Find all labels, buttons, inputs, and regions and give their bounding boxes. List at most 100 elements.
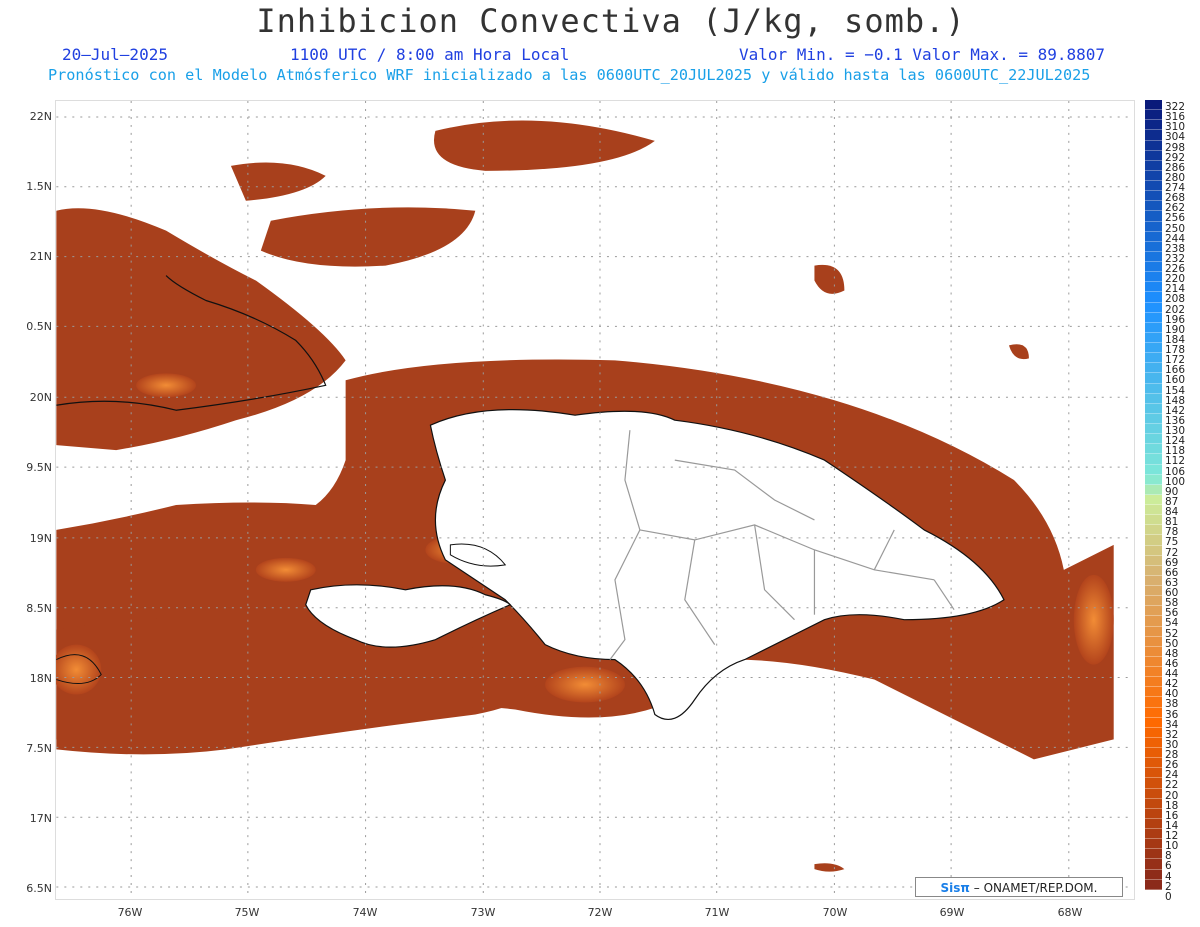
color-scale-swatch [1145, 545, 1162, 556]
color-scale-swatch [1145, 839, 1162, 850]
color-scale-swatch [1145, 646, 1162, 657]
color-scale-label: 208 [1165, 293, 1186, 306]
color-scale-label: 6 [1165, 860, 1172, 873]
color-scale-swatch [1145, 494, 1162, 505]
color-scale-swatch [1145, 818, 1162, 829]
color-scale-swatch [1145, 413, 1162, 424]
color-scale-labels: 322 316 310 304 298 292 286 280 274 268 262 256 250 2… [1165, 100, 1199, 903]
color-scale-swatch [1145, 565, 1162, 576]
color-scale-label: 304 [1165, 131, 1186, 144]
color-scale-swatch [1145, 312, 1162, 323]
color-scale-swatch [1145, 130, 1162, 141]
color-scale-swatch [1145, 788, 1162, 799]
color-scale-swatch [1145, 282, 1162, 293]
color-scale-swatch [1145, 241, 1162, 252]
color-scale-swatch [1145, 596, 1162, 607]
longitude-label: 75W [234, 906, 260, 919]
color-scale-swatch [1145, 606, 1162, 617]
color-scale-bar [1145, 100, 1162, 900]
color-scale-swatch [1145, 575, 1162, 586]
longitude-label: 72W [587, 906, 613, 919]
forecast-description: Pronóstico con el Modelo Atmósferico WRF… [48, 66, 1091, 84]
credit-text: – ONAMET/REP.DOM. [973, 881, 1098, 895]
latitude-label: 21N [29, 250, 52, 263]
color-scale-swatch [1145, 889, 1162, 900]
color-scale-swatch [1145, 251, 1162, 262]
longitude-label: 70W [822, 906, 848, 919]
color-scale-swatch [1145, 515, 1162, 526]
color-scale-swatch [1145, 170, 1162, 181]
color-scale-swatch [1145, 393, 1162, 404]
color-scale-swatch [1145, 586, 1162, 597]
color-scale-swatch [1145, 332, 1162, 343]
latitude-label: 8.5N [26, 602, 52, 615]
color-scale-swatch [1145, 140, 1162, 151]
latitude-label: 0.5N [26, 320, 52, 333]
color-scale-swatch [1145, 353, 1162, 364]
color-scale-swatch [1145, 808, 1162, 819]
color-scale-swatch [1145, 707, 1162, 718]
color-scale-swatch [1145, 262, 1162, 273]
color-scale-swatch [1145, 505, 1162, 516]
color-scale-swatch [1145, 656, 1162, 667]
forecast-date: 20–Jul–2025 [62, 45, 168, 64]
color-scale-label: 22 [1165, 779, 1179, 792]
latitude-label: 19N [29, 532, 52, 545]
color-scale-label: 112 [1165, 455, 1186, 468]
color-scale-swatch [1145, 869, 1162, 880]
color-scale-swatch [1145, 181, 1162, 192]
latitude-label: 20N [29, 391, 52, 404]
map-canvas [55, 100, 1135, 900]
color-scale-swatch [1145, 110, 1162, 121]
longitude-label: 76W [117, 906, 143, 919]
color-scale-swatch [1145, 464, 1162, 475]
latitude-label: 1.5N [26, 180, 52, 193]
color-scale-swatch [1145, 191, 1162, 202]
color-scale-swatch [1145, 363, 1162, 374]
color-scale-swatch [1145, 383, 1162, 394]
color-scale-swatch [1145, 616, 1162, 627]
color-scale-swatch [1145, 322, 1162, 333]
color-scale-swatch [1145, 474, 1162, 485]
color-scale-swatch [1145, 798, 1162, 809]
color-scale-swatch [1145, 667, 1162, 678]
color-scale-label: 38 [1165, 698, 1179, 711]
map-title: Inhibicion Convectiva (J/kg, somb.) [256, 2, 966, 40]
color-scale-swatch [1145, 879, 1162, 890]
color-scale-label: 54 [1165, 617, 1179, 630]
color-scale-swatch [1145, 727, 1162, 738]
color-scale-swatch [1145, 717, 1162, 728]
color-scale-swatch [1145, 343, 1162, 354]
color-scale-swatch [1145, 748, 1162, 759]
color-scale-swatch [1145, 403, 1162, 414]
color-scale-swatch [1145, 100, 1162, 111]
latitude-label: 22N [29, 110, 52, 123]
color-scale-label: 0 [1165, 890, 1172, 903]
color-scale-swatch [1145, 150, 1162, 161]
color-scale-swatch [1145, 292, 1162, 303]
latitude-label: 9.5N [26, 461, 52, 474]
color-scale-swatch [1145, 829, 1162, 840]
sispi-logo-text: Sisπ [940, 881, 970, 895]
color-scale-swatch [1145, 272, 1162, 283]
color-scale-swatch [1145, 636, 1162, 647]
credit-box: Sisπ – ONAMET/REP.DOM. [915, 877, 1123, 897]
color-scale-swatch [1145, 687, 1162, 698]
color-scale-swatch [1145, 160, 1162, 171]
forecast-time: 1100 UTC / 8:00 am Hora Local [290, 45, 570, 64]
color-scale-swatch [1145, 849, 1162, 860]
color-scale-swatch [1145, 484, 1162, 495]
color-scale-swatch [1145, 535, 1162, 546]
color-scale-swatch [1145, 778, 1162, 789]
color-scale-swatch [1145, 201, 1162, 212]
color-scale-label: 75 [1165, 536, 1179, 549]
latitude-label: 6.5N [26, 882, 52, 895]
latitude-label: 7.5N [26, 742, 52, 755]
longitude-label: 69W [939, 906, 965, 919]
color-scale-swatch [1145, 231, 1162, 242]
color-scale-swatch [1145, 302, 1162, 313]
color-scale-swatch [1145, 555, 1162, 566]
latitude-label: 17N [29, 812, 52, 825]
color-scale-swatch [1145, 737, 1162, 748]
color-scale-swatch [1145, 677, 1162, 688]
